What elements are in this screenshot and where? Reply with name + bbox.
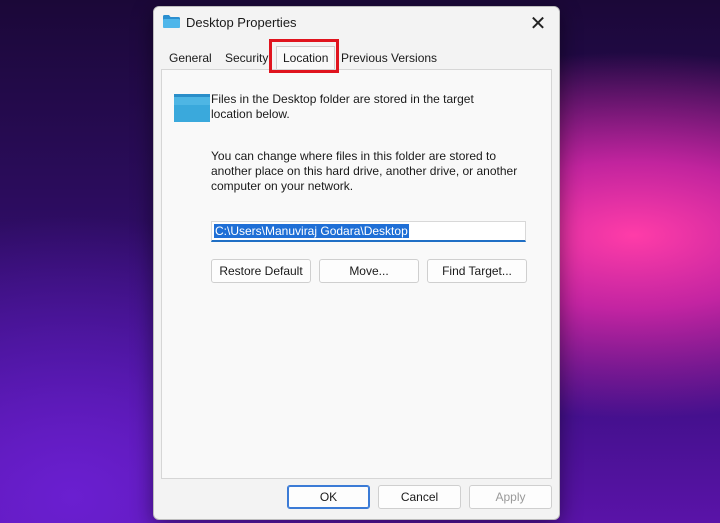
- tab-previous-versions[interactable]: Previous Versions: [341, 51, 437, 65]
- properties-window: Desktop Properties ✕ General Security Lo…: [153, 6, 560, 520]
- tab-strip: General Security Location Previous Versi…: [154, 46, 559, 69]
- target-path-value: C:\Users\Manuviraj Godara\Desktop: [214, 224, 409, 238]
- ok-button[interactable]: OK: [287, 485, 370, 509]
- find-target-button[interactable]: Find Target...: [427, 259, 527, 283]
- desktop-folder-icon: [174, 94, 210, 122]
- move-button[interactable]: Move...: [319, 259, 419, 283]
- title-bar[interactable]: Desktop Properties ✕: [154, 7, 559, 41]
- location-panel: Files in the Desktop folder are stored i…: [161, 69, 552, 479]
- target-path-input[interactable]: C:\Users\Manuviraj Godara\Desktop: [211, 221, 526, 242]
- close-icon: ✕: [529, 13, 547, 35]
- tab-security[interactable]: Security: [225, 51, 268, 65]
- close-button[interactable]: ✕: [523, 10, 553, 38]
- description-text: You can change where files in this folde…: [211, 149, 518, 193]
- tab-location[interactable]: Location: [276, 46, 336, 69]
- apply-button[interactable]: Apply: [469, 485, 552, 509]
- folder-icon: [163, 15, 180, 28]
- cancel-button[interactable]: Cancel: [378, 485, 461, 509]
- tab-general[interactable]: General: [169, 51, 212, 65]
- intro-text: Files in the Desktop folder are stored i…: [211, 92, 474, 121]
- restore-default-button[interactable]: Restore Default: [211, 259, 311, 283]
- window-title: Desktop Properties: [186, 15, 297, 30]
